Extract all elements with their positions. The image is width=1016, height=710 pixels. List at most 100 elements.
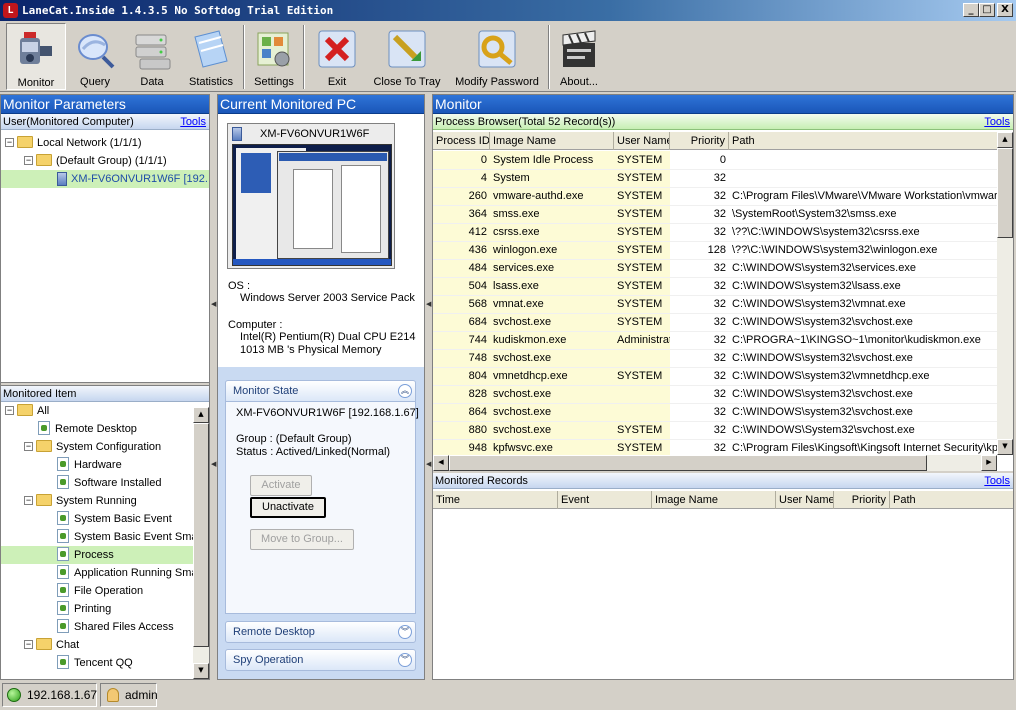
tree-item[interactable]: − (Default Group) (1/1/1): [1, 152, 209, 170]
activate-button[interactable]: Activate: [250, 475, 312, 496]
tree-item[interactable]: Application Running Sma: [1, 564, 209, 582]
tree-item[interactable]: XM-FV6ONVUR1W6F [192.: [1, 170, 209, 188]
statistics-label: Statistics: [188, 76, 233, 88]
tree-item[interactable]: Process: [1, 546, 209, 564]
spy-operation-section[interactable]: Spy Operation ︾: [225, 649, 416, 671]
col-image-name[interactable]: Image Name: [490, 132, 614, 150]
col-user-name[interactable]: User Name: [614, 132, 670, 150]
process-vertical-scrollbar[interactable]: ▲ ▼: [997, 132, 1013, 455]
close-window-button[interactable]: X: [997, 3, 1013, 17]
col-event[interactable]: Event: [558, 491, 652, 509]
minimize-button[interactable]: _: [963, 3, 979, 17]
collapse-expander-icon[interactable]: −: [24, 495, 33, 505]
collapse-expander-icon[interactable]: −: [24, 155, 33, 165]
table-row[interactable]: 880 svchost.exe SYSTEM 32 C:\WINDOWS\System3…: [433, 421, 997, 440]
tree-item[interactable]: Hardware: [1, 456, 209, 474]
table-row[interactable]: 436 winlogon.exe SYSTEM 128 \??\C:\WINDOWS\s…: [433, 241, 997, 260]
table-row[interactable]: 484 services.exe SYSTEM 32 C:\WINDOWS\system…: [433, 259, 997, 278]
expand-down-icon[interactable]: ︾: [398, 625, 412, 639]
table-row[interactable]: 744kudiskmon.exeAdministrator32C:\PROGRA…: [433, 331, 997, 350]
table-row[interactable]: 412 csrss.exe SYSTEM 32 \??\C:\WINDOWS\syste…: [433, 223, 997, 242]
table-row[interactable]: 4 System SYSTEM 32: [433, 169, 997, 188]
tree-item[interactable]: − System Running: [1, 492, 209, 510]
scroll-down-button[interactable]: ▼: [193, 663, 209, 679]
collapse-up-icon[interactable]: ︽: [398, 384, 412, 398]
table-row[interactable]: 0 System Idle Process SYSTEM 0: [433, 151, 997, 170]
table-row[interactable]: 684 svchost.exe SYSTEM 32 C:\WINDOWS\system3…: [433, 313, 997, 332]
about-button[interactable]: About...: [554, 23, 604, 90]
tree-item[interactable]: − Local Network (1/1/1): [1, 134, 209, 152]
scroll-up-button[interactable]: ▲: [997, 132, 1013, 148]
scroll-left-button[interactable]: ◀: [433, 455, 449, 471]
group-info: Group : (Default Group): [236, 433, 352, 445]
statistics-button[interactable]: Statistics: [182, 23, 240, 90]
collapse-expander-icon[interactable]: −: [24, 441, 33, 451]
tree-item[interactable]: System Basic Event: [1, 510, 209, 528]
user-tools-link[interactable]: Tools: [180, 114, 206, 130]
close-to-tray-button[interactable]: Close To Tray: [370, 23, 444, 90]
maximize-button[interactable]: □: [979, 3, 995, 17]
exit-button[interactable]: Exit: [310, 23, 364, 90]
scroll-down-button[interactable]: ▼: [997, 439, 1013, 455]
modify-password-button[interactable]: Modify Password: [452, 23, 542, 90]
remote-desktop-section[interactable]: Remote Desktop ︾: [225, 621, 416, 643]
col-user-name[interactable]: User Name: [776, 491, 834, 509]
data-button[interactable]: Data: [124, 23, 180, 90]
tree-item[interactable]: Shared Files Access: [1, 618, 209, 636]
col-process-id[interactable]: Process ID: [433, 132, 490, 150]
table-row[interactable]: 568 vmnat.exe SYSTEM 32 C:\WINDOWS\system32\…: [433, 295, 997, 314]
monitor-item-icon: [57, 565, 69, 580]
tree-item[interactable]: − Chat: [1, 636, 209, 654]
table-row[interactable]: 864 svchost.exe 32 C:\WINDOWS\system32\svch…: [433, 403, 997, 422]
table-row[interactable]: 504 lsass.exe SYSTEM 32 C:\WINDOWS\system32\…: [433, 277, 997, 296]
tree-item-label: System Basic Event: [74, 513, 172, 525]
process-horizontal-scrollbar[interactable]: ◀ ▶: [433, 455, 997, 471]
table-row[interactable]: 948 kpfwsvc.exe SYSTEM 32 C:\Program Files\K…: [433, 439, 997, 455]
process-tools-link[interactable]: Tools: [984, 114, 1010, 130]
expand-down-icon[interactable]: ︾: [398, 653, 412, 667]
scroll-right-button[interactable]: ▶: [981, 455, 997, 471]
priority-cell: 32: [670, 367, 729, 386]
collapse-expander-icon[interactable]: −: [5, 405, 14, 415]
query-button[interactable]: Query: [66, 23, 124, 90]
collapse-expander-icon[interactable]: −: [24, 639, 33, 649]
collapse-left-arrow-icon[interactable]: ◀: [211, 300, 216, 308]
tree-item[interactable]: − All: [1, 402, 209, 420]
tree-item[interactable]: File Operation: [1, 582, 209, 600]
tree-item[interactable]: System Basic Event Sma: [1, 528, 209, 546]
collapse-left-arrow-icon[interactable]: ◀: [211, 460, 216, 468]
table-row[interactable]: 828 svchost.exe 32 C:\WINDOWS\system32\svch…: [433, 385, 997, 404]
collapse-left-arrow-icon[interactable]: ◀: [426, 300, 431, 308]
tree-item[interactable]: Printing: [1, 600, 209, 618]
settings-button[interactable]: Settings: [248, 23, 300, 90]
col-time[interactable]: Time: [433, 491, 558, 509]
col-priority[interactable]: Priority: [670, 132, 729, 150]
tree-item[interactable]: Remote Desktop: [1, 420, 209, 438]
toolbar: Monitor Query Data Statistics Settings E…: [0, 21, 1016, 92]
collapse-left-arrow-icon[interactable]: ◀: [426, 460, 431, 468]
unactivate-button[interactable]: Unactivate: [250, 497, 326, 518]
monitor-button[interactable]: Monitor: [6, 23, 66, 90]
table-row[interactable]: 804 vmnetdhcp.exe SYSTEM 32 C:\WINDOWS\syste…: [433, 367, 997, 386]
tree-item[interactable]: Software Installed: [1, 474, 209, 492]
desktop-screenshot-thumbnail[interactable]: [232, 144, 392, 266]
col-image-name[interactable]: Image Name: [652, 491, 776, 509]
scroll-thumb[interactable]: [193, 423, 209, 647]
items-vertical-scrollbar[interactable]: ▲ ▼: [193, 407, 209, 679]
collapse-expander-icon[interactable]: −: [5, 137, 14, 147]
scroll-thumb[interactable]: [997, 148, 1013, 238]
scroll-thumb[interactable]: [449, 455, 927, 471]
table-row[interactable]: 364 smss.exe SYSTEM 32 \SystemRoot\System32\…: [433, 205, 997, 224]
tree-item[interactable]: Tencent QQ: [1, 654, 209, 672]
col-path[interactable]: Path: [729, 132, 997, 150]
col-priority[interactable]: Priority: [834, 491, 890, 509]
table-row[interactable]: 260 vmware-authd.exe SYSTEM 32 C:\Program Fi…: [433, 187, 997, 206]
table-row[interactable]: 748 svchost.exe 32 C:\WINDOWS\system32\svch…: [433, 349, 997, 368]
pc-preview-card[interactable]: XM-FV6ONVUR1W6F: [227, 123, 395, 269]
records-tools-link[interactable]: Tools: [984, 473, 1010, 489]
scroll-up-button[interactable]: ▲: [193, 407, 209, 423]
move-to-group-button[interactable]: Move to Group...: [250, 529, 354, 550]
monitor-state-header[interactable]: Monitor State ︽: [225, 380, 416, 402]
col-path[interactable]: Path: [890, 491, 1013, 509]
tree-item[interactable]: − System Configuration: [1, 438, 209, 456]
